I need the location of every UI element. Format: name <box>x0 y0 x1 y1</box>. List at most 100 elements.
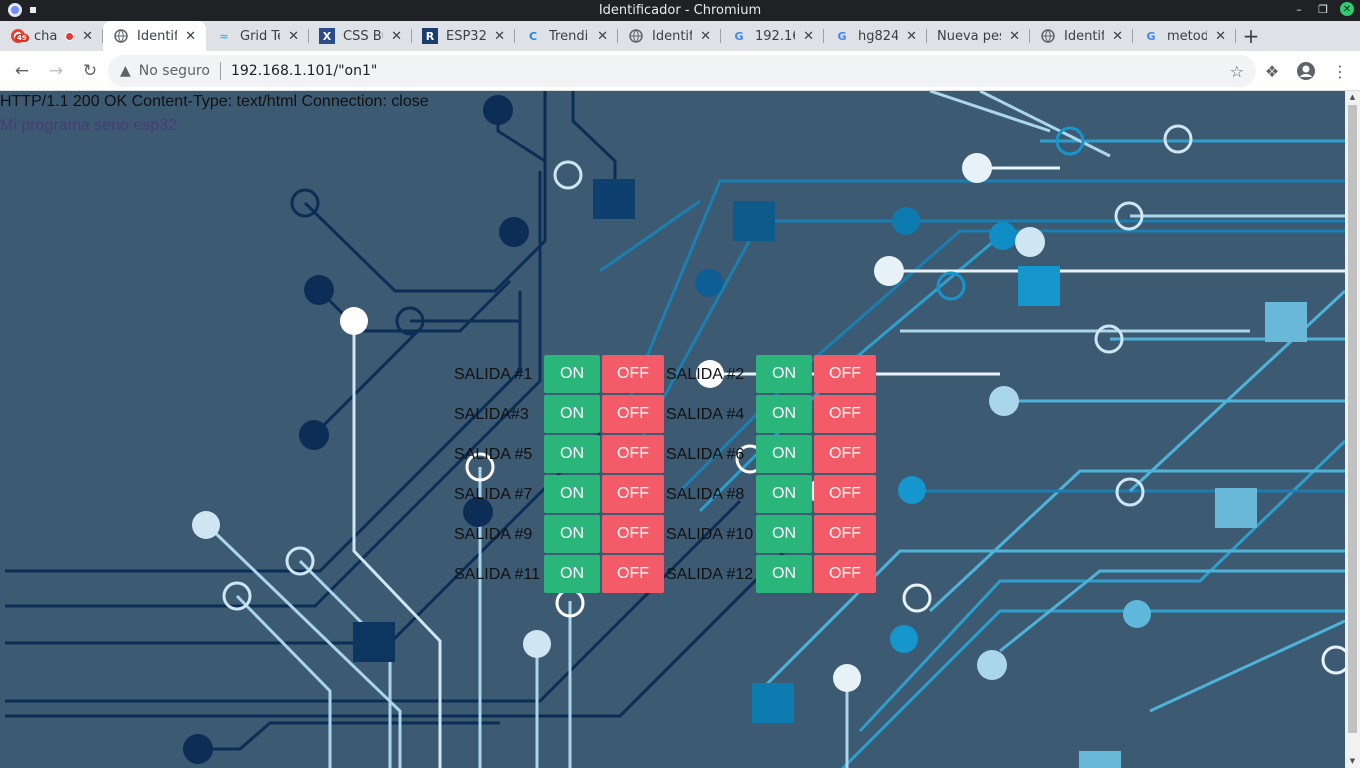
chromium-icon <box>8 3 22 17</box>
tailwind-icon: ≈ <box>219 29 229 43</box>
tab-close-icon[interactable]: ✕ <box>803 29 814 44</box>
recording-dot-icon <box>65 31 75 41</box>
menu-kebab-icon[interactable]: ⋮ <box>1328 55 1352 87</box>
x-icon: X <box>319 28 335 44</box>
tab-title: 192.16 <box>755 28 795 44</box>
address-bar[interactable]: ▲ No seguro 192.168.1.101/"on1" ☆ <box>108 55 1256 87</box>
output-4-on-button[interactable]: ON <box>756 395 812 433</box>
tab-title: Nueva pes <box>937 28 1002 44</box>
output-1-on-button[interactable]: ON <box>544 355 600 393</box>
program-title-text: Mi programa serio esp32 <box>0 117 177 134</box>
output-2-on-button[interactable]: ON <box>756 355 812 393</box>
menu-square-icon <box>30 7 36 13</box>
output-12-off-button[interactable]: OFF <box>814 555 876 593</box>
output-label-10: SALIDA #10 <box>666 526 754 543</box>
url-text[interactable]: 192.168.1.101/"on1" <box>231 63 377 79</box>
page-viewport: HTTP/1.1 200 OK Content-Type: text/html … <box>0 91 1345 768</box>
tab-close-icon[interactable]: ✕ <box>1215 29 1226 44</box>
reload-icon[interactable]: ↻ <box>74 55 106 87</box>
output-2-off-button[interactable]: OFF <box>814 355 876 393</box>
tab-title: metod <box>1167 28 1208 44</box>
output-8-on-button[interactable]: ON <box>756 475 812 513</box>
tab-title: cha <box>34 28 58 44</box>
tab-new[interactable]: Nueva pes ✕ <box>927 21 1030 51</box>
browser-toolbar: ← → ↻ ▲ No seguro 192.168.1.101/"on1" ☆ … <box>0 51 1360 91</box>
tab-close-icon[interactable]: ✕ <box>597 29 608 44</box>
maximize-icon[interactable]: ❐ <box>1316 2 1330 16</box>
tab-trending[interactable]: C Trendi ✕ <box>515 21 618 51</box>
output-1-off-button[interactable]: OFF <box>602 355 664 393</box>
back-arrow-icon[interactable]: ← <box>6 55 38 87</box>
tab-close-icon[interactable]: ✕ <box>82 29 93 44</box>
output-label-4: SALIDA #4 <box>666 406 745 423</box>
output-3-off-button[interactable]: OFF <box>602 395 664 433</box>
tab-close-icon[interactable]: ✕ <box>494 29 505 44</box>
http-response-text: HTTP/1.1 200 OK Content-Type: text/html … <box>0 93 429 110</box>
tab-close-icon[interactable]: ✕ <box>1112 29 1123 44</box>
divider <box>219 62 221 80</box>
tab-title: Identif <box>652 28 693 44</box>
tab-identif-2[interactable]: Identif ✕ <box>618 21 721 51</box>
output-3-on-button[interactable]: ON <box>544 395 600 433</box>
new-tab-button[interactable]: + <box>1236 21 1266 51</box>
close-window-icon[interactable]: ✕ <box>1340 2 1354 16</box>
c-icon: C <box>528 29 538 43</box>
tab-metodo[interactable]: G metod ✕ <box>1133 21 1236 51</box>
output-10-on-button[interactable]: ON <box>756 515 812 553</box>
output-label-1: SALIDA #1 <box>454 366 533 383</box>
output-label-11: SALIDA #11 <box>454 566 540 583</box>
output-label-6: SALIDA #6 <box>666 446 745 463</box>
output-11-off-button[interactable]: OFF <box>602 555 664 593</box>
tab-identificador[interactable]: Identifi ✕ <box>103 21 206 51</box>
tab-css[interactable]: X CSS Bu ✕ <box>309 21 412 51</box>
output-9-off-button[interactable]: OFF <box>602 515 664 553</box>
output-8-off-button[interactable]: OFF <box>814 475 876 513</box>
tab-title: ESP32 S <box>446 28 487 44</box>
output-7-on-button[interactable]: ON <box>544 475 600 513</box>
output-4-off-button[interactable]: OFF <box>814 395 876 433</box>
tab-google-hg824[interactable]: G hg824 ✕ <box>824 21 927 51</box>
page-scrollbar[interactable]: ▲ ▼ <box>1345 91 1360 768</box>
output-9-on-button[interactable]: ON <box>544 515 600 553</box>
tab-title: CSS Bu <box>343 28 383 44</box>
output-11-on-button[interactable]: ON <box>544 555 600 593</box>
unread-badge: 49 <box>15 34 29 42</box>
tab-close-icon[interactable]: ✕ <box>700 29 711 44</box>
minimize-icon[interactable]: – <box>1292 2 1306 16</box>
tab-title: Identif <box>1064 28 1105 44</box>
bookmark-star-icon[interactable]: ☆ <box>1230 62 1244 81</box>
tab-grid[interactable]: ≈ Grid Te ✕ <box>206 21 309 51</box>
output-label-3: SALIDA#3 <box>454 406 529 423</box>
output-7-off-button[interactable]: OFF <box>602 475 664 513</box>
tab-google-192[interactable]: G 192.16 ✕ <box>721 21 824 51</box>
scrollbar-thumb[interactable] <box>1348 105 1357 733</box>
tab-title: hg824 <box>858 28 899 44</box>
security-label[interactable]: No seguro <box>139 63 210 79</box>
tab-title: Grid Te <box>240 28 280 44</box>
output-6-on-button[interactable]: ON <box>756 435 812 473</box>
r-icon: R <box>422 28 438 44</box>
tab-close-icon[interactable]: ✕ <box>288 29 299 44</box>
output-10-off-button[interactable]: OFF <box>814 515 876 553</box>
tab-identif-3[interactable]: Identif ✕ <box>1030 21 1133 51</box>
output-label-5: SALIDA #5 <box>454 446 533 463</box>
scroll-up-icon[interactable]: ▲ <box>1348 93 1357 102</box>
tab-gmail[interactable]: 49 cha ✕ <box>0 21 103 51</box>
scroll-down-icon[interactable]: ▼ <box>1348 757 1357 766</box>
profile-avatar-icon[interactable] <box>1294 55 1318 87</box>
output-5-on-button[interactable]: ON <box>544 435 600 473</box>
tab-close-icon[interactable]: ✕ <box>906 29 917 44</box>
google-icon: G <box>837 29 847 43</box>
extensions-icon[interactable]: ❖ <box>1260 55 1284 87</box>
forward-arrow-icon[interactable]: → <box>40 55 72 87</box>
tab-close-icon[interactable]: ✕ <box>185 29 196 44</box>
output-12-on-button[interactable]: ON <box>756 555 812 593</box>
output-6-off-button[interactable]: OFF <box>814 435 876 473</box>
toolbar-actions: ❖ ⋮ <box>1260 55 1352 87</box>
tab-close-icon[interactable]: ✕ <box>391 29 402 44</box>
warning-icon[interactable]: ▲ <box>120 63 131 79</box>
output-5-off-button[interactable]: OFF <box>602 435 664 473</box>
tab-close-icon[interactable]: ✕ <box>1009 29 1020 44</box>
globe-icon <box>113 28 129 44</box>
tab-esp32[interactable]: R ESP32 S ✕ <box>412 21 515 51</box>
